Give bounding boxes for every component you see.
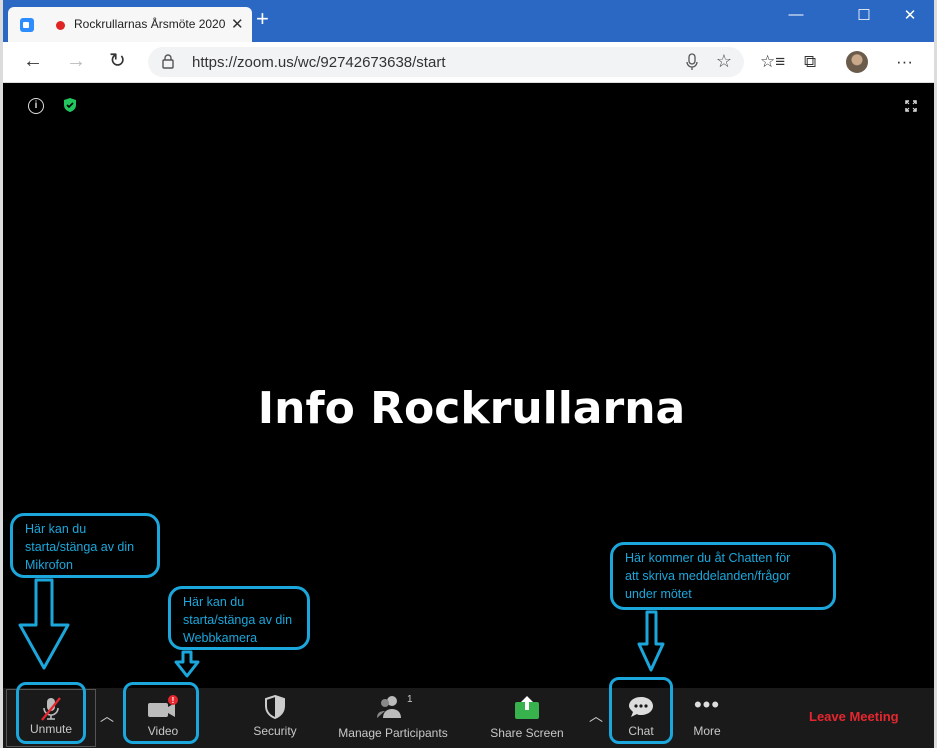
leave-meeting-button[interactable]: Leave Meeting: [809, 709, 899, 724]
annotation-arrows: [18, 578, 665, 678]
browser-window: Rockrullarnas Årsmöte 2020 ✕ + — ☐ ✕ ← →…: [3, 0, 934, 748]
security-button[interactable]: Security: [240, 688, 310, 748]
mic-arrow-icon: [18, 578, 70, 670]
more-label: More: [693, 724, 721, 738]
share-screen-button[interactable]: Share Screen: [487, 688, 567, 748]
video-arrow-icon: [174, 650, 200, 678]
unmute-highlight: [16, 682, 86, 744]
participants-count: 1: [407, 694, 413, 705]
share-screen-icon: [514, 694, 540, 723]
security-label: Security: [253, 724, 297, 738]
audio-options-chevron-icon[interactable]: ︿: [100, 706, 114, 726]
video-highlight: [123, 682, 199, 744]
share-screen-label: Share Screen: [490, 726, 564, 740]
more-dots-icon: •••: [693, 692, 721, 717]
participants-label: Manage Participants: [338, 726, 448, 740]
security-shield-icon: [263, 694, 287, 723]
share-options-chevron-icon[interactable]: ︿: [589, 706, 603, 726]
participants-icon: 1: [373, 694, 413, 723]
manage-participants-button[interactable]: 1 Manage Participants: [333, 688, 453, 748]
chat-highlight: [609, 677, 673, 744]
chat-arrow-icon: [637, 610, 665, 672]
more-button[interactable]: ••• More: [679, 688, 735, 748]
